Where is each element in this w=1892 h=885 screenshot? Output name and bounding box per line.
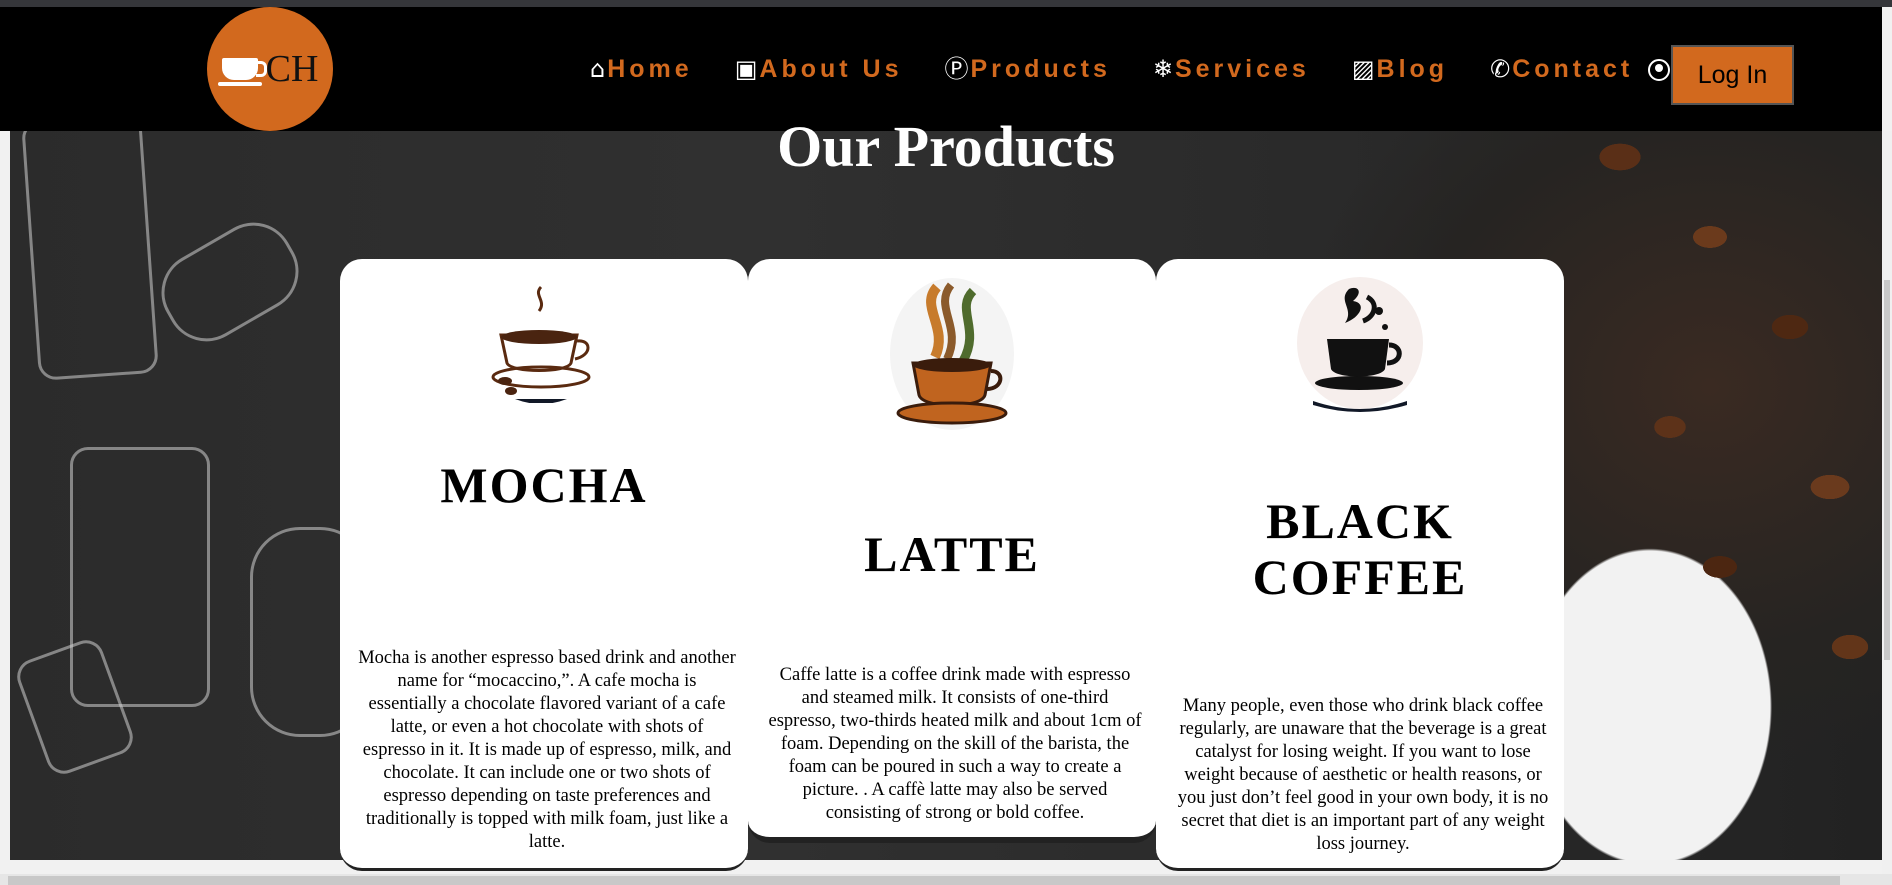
black-coffee-cup-icon (1297, 277, 1423, 412)
vertical-scrollbar-thumb[interactable] (1884, 280, 1890, 660)
image-icon: ▨ (1351, 55, 1375, 83)
user-icon[interactable] (1648, 59, 1670, 81)
product-card-black-coffee[interactable]: BLACK COFFEE Many people, even those who… (1156, 259, 1564, 871)
latte-cup-icon (890, 278, 1014, 430)
horizontal-scrollbar-thumb[interactable] (8, 876, 1840, 885)
nav-item-contact[interactable]: ✆ Contact (1490, 55, 1633, 84)
product-desc-black-coffee: Many people, even those who drink black … (1177, 696, 1549, 854)
nav-label-home: Home (607, 54, 693, 83)
nav-item-products[interactable]: Ⓟ Products (945, 55, 1111, 84)
product-title-black-coffee: BLACK COFFEE (1252, 493, 1468, 605)
product-title-mocha: MOCHA (440, 457, 648, 513)
browser-chrome-top (0, 0, 1892, 7)
cup-icon (217, 58, 267, 86)
mocha-cup-icon (491, 285, 591, 403)
doodle-macaron (146, 208, 314, 356)
home-icon: ⌂ (590, 55, 606, 83)
nav-item-home[interactable]: ⌂ Home (590, 55, 693, 84)
product-desc-latte: Caffe latte is a coffee drink made with … (768, 665, 1142, 823)
nav-label-about: About Us (759, 54, 903, 83)
nav-label-blog: Blog (1376, 54, 1449, 83)
nav-item-services[interactable]: ❄ Services (1153, 55, 1310, 84)
contact-card-icon: ▣ (734, 55, 758, 83)
snowflake-icon: ❄ (1152, 55, 1173, 83)
p-circle-icon: Ⓟ (944, 55, 969, 83)
section-title: Our Products (777, 114, 1115, 179)
phone-icon: ✆ (1490, 55, 1511, 83)
nav-item-blog[interactable]: ▨ Blog (1352, 55, 1448, 84)
product-card-latte[interactable]: LATTE Caffe latte is a coffee drink made… (748, 259, 1156, 843)
nav-item-about[interactable]: ▣ About Us (735, 55, 903, 84)
logo-text: CH (265, 48, 319, 90)
login-button[interactable]: Log In (1671, 45, 1794, 105)
nav-label-services: Services (1174, 54, 1310, 83)
nav-label-contact: Contact (1512, 54, 1634, 83)
product-title-latte: LATTE (864, 526, 1040, 582)
nav-label-products: Products (970, 54, 1111, 83)
product-desc-mocha: Mocha is another espresso based drink an… (358, 648, 736, 852)
product-card-mocha[interactable]: MOCHA Mocha is another espresso based dr… (340, 259, 748, 871)
